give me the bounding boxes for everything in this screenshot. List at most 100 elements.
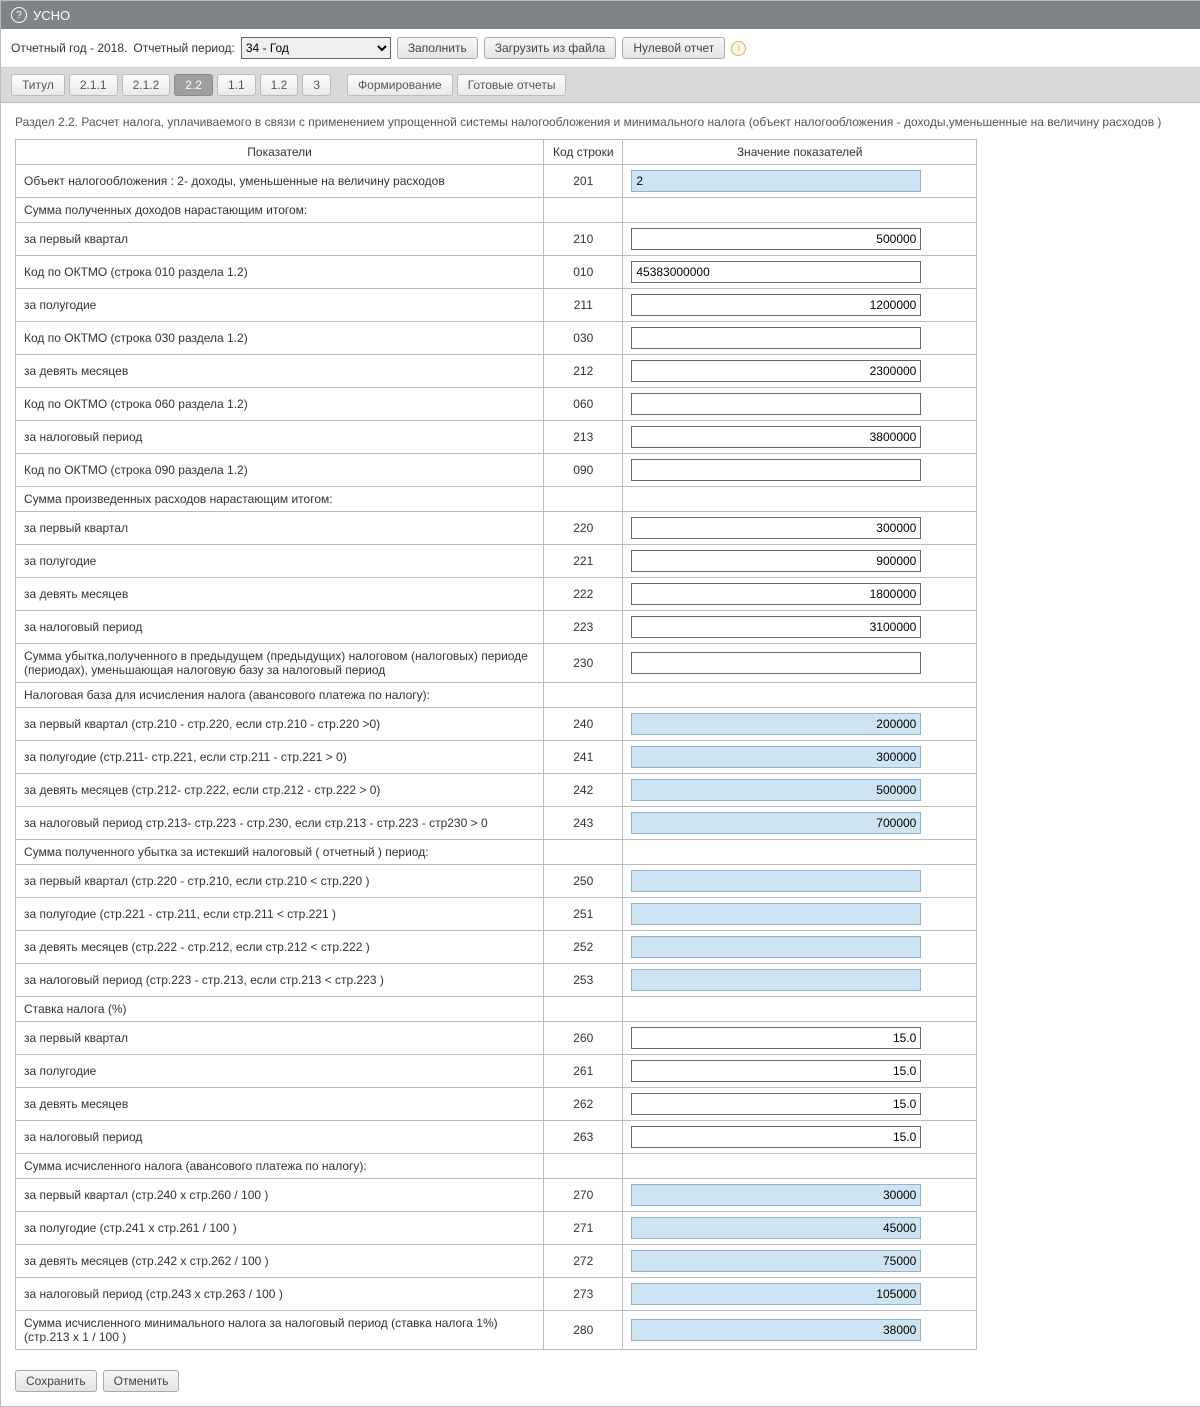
row-value-cell: [623, 322, 977, 355]
row-value-cell: [623, 355, 977, 388]
table-row: за налоговый период (стр.243 x стр.263 /…: [16, 1278, 977, 1311]
row-value-cell: [623, 1154, 977, 1179]
row-label: Код по ОКТМО (строка 090 раздела 1.2): [16, 454, 544, 487]
row-label: Сумма полученных доходов нарастающим ито…: [16, 198, 544, 223]
value-input[interactable]: [631, 550, 921, 572]
value-input[interactable]: [631, 1093, 921, 1115]
row-label: Код по ОКТМО (строка 010 раздела 1.2): [16, 256, 544, 289]
row-label: за девять месяцев (стр.222 - стр.212, ес…: [16, 931, 544, 964]
row-value-cell: [623, 1088, 977, 1121]
row-label: за налоговый период (стр.243 x стр.263 /…: [16, 1278, 544, 1311]
table-row: Сумма произведенных расходов нарастающим…: [16, 487, 977, 512]
table-row: за налоговый период213: [16, 421, 977, 454]
col-value: Значение показателей: [623, 140, 977, 165]
row-value-cell: [623, 708, 977, 741]
load-file-button[interactable]: Загрузить из файла: [484, 37, 617, 59]
row-label: Сумма исчисленного минимального налога з…: [16, 1311, 544, 1350]
row-value-cell: [623, 1311, 977, 1350]
value-input: [631, 936, 921, 958]
row-value-cell: [623, 1121, 977, 1154]
value-input[interactable]: [631, 616, 921, 638]
row-code: 211: [544, 289, 623, 322]
row-code: [544, 1154, 623, 1179]
value-input[interactable]: [631, 426, 921, 448]
table-row: за первый квартал (стр.240 x стр.260 / 1…: [16, 1179, 977, 1212]
row-label: за полугодие (стр.211- стр.221, если стр…: [16, 741, 544, 774]
row-label: за налоговый период: [16, 421, 544, 454]
value-input[interactable]: [631, 360, 921, 382]
tabbar: Титул 2.1.1 2.1.2 2.2 1.1 1.2 3 Формиров…: [1, 68, 1200, 103]
table-row: Объект налогообложения : 2- доходы, умен…: [16, 165, 977, 198]
tab-ready-reports[interactable]: Готовые отчеты: [457, 74, 567, 96]
tab-1-2[interactable]: 1.2: [260, 74, 299, 96]
period-select[interactable]: 34 - Год: [241, 37, 391, 59]
value-input[interactable]: [631, 652, 921, 674]
row-value-cell: [623, 165, 977, 198]
cancel-button[interactable]: Отменить: [103, 1370, 180, 1392]
value-input: [631, 1217, 921, 1239]
table-row: за полугодие (стр.221 - стр.211, если ст…: [16, 898, 977, 931]
row-code: 272: [544, 1245, 623, 1278]
col-code: Код строки: [544, 140, 623, 165]
row-label: Сумма убытка,полученного в предыдущем (п…: [16, 644, 544, 683]
tab-formation[interactable]: Формирование: [347, 74, 453, 96]
value-input[interactable]: [631, 583, 921, 605]
zero-report-button[interactable]: Нулевой отчет: [622, 37, 725, 59]
tab-3[interactable]: 3: [302, 74, 331, 96]
value-input[interactable]: [631, 294, 921, 316]
value-input[interactable]: [631, 459, 921, 481]
table-row: Сумма полученного убытка за истекший нал…: [16, 840, 977, 865]
table-row: Сумма исчисленного минимального налога з…: [16, 1311, 977, 1350]
row-code: [544, 683, 623, 708]
value-input[interactable]: [631, 1126, 921, 1148]
value-input[interactable]: [631, 1060, 921, 1082]
table-row: за налоговый период223: [16, 611, 977, 644]
row-code: [544, 840, 623, 865]
tab-2-2[interactable]: 2.2: [174, 74, 213, 96]
row-label: за девять месяцев (стр.212- стр.222, есл…: [16, 774, 544, 807]
value-input: [631, 746, 921, 768]
row-code: 243: [544, 807, 623, 840]
table-row: за первый квартал210: [16, 223, 977, 256]
row-value-cell: [623, 611, 977, 644]
table-row: за девять месяцев (стр.222 - стр.212, ес…: [16, 931, 977, 964]
row-label: за налоговый период: [16, 611, 544, 644]
tab-titul[interactable]: Титул: [11, 74, 65, 96]
table-row: за девять месяцев (стр.242 x стр.262 / 1…: [16, 1245, 977, 1278]
period-label: Отчетный период:: [133, 41, 234, 55]
tab-1-1[interactable]: 1.1: [217, 74, 256, 96]
row-label: Код по ОКТМО (строка 060 раздела 1.2): [16, 388, 544, 421]
row-code: 210: [544, 223, 623, 256]
row-label: за полугодие: [16, 545, 544, 578]
row-code: 220: [544, 512, 623, 545]
help-icon[interactable]: ?: [11, 7, 27, 23]
save-button[interactable]: Сохранить: [15, 1370, 97, 1392]
row-value-cell: [623, 807, 977, 840]
value-input: [631, 1319, 921, 1341]
value-input[interactable]: [631, 327, 921, 349]
info-icon[interactable]: i: [731, 41, 746, 56]
row-code: 213: [544, 421, 623, 454]
row-value-cell: [623, 644, 977, 683]
row-label: за первый квартал: [16, 512, 544, 545]
row-code: 252: [544, 931, 623, 964]
value-input[interactable]: [631, 1027, 921, 1049]
value-input: [631, 969, 921, 991]
row-code: 271: [544, 1212, 623, 1245]
table-row: Налоговая база для исчисления налога (ав…: [16, 683, 977, 708]
tab-2-1-1[interactable]: 2.1.1: [69, 74, 118, 96]
value-input[interactable]: [631, 261, 921, 283]
row-code: [544, 487, 623, 512]
row-code: 060: [544, 388, 623, 421]
row-label: за налоговый период стр.213- стр.223 - с…: [16, 807, 544, 840]
row-code: 010: [544, 256, 623, 289]
tab-2-1-2[interactable]: 2.1.2: [122, 74, 171, 96]
titlebar: ? УСНО: [1, 1, 1200, 29]
table-row: Сумма исчисленного налога (авансового пл…: [16, 1154, 977, 1179]
row-label: за девять месяцев: [16, 355, 544, 388]
value-input[interactable]: [631, 517, 921, 539]
value-input[interactable]: [631, 393, 921, 415]
fill-button[interactable]: Заполнить: [397, 37, 478, 59]
row-code: 250: [544, 865, 623, 898]
value-input[interactable]: [631, 228, 921, 250]
